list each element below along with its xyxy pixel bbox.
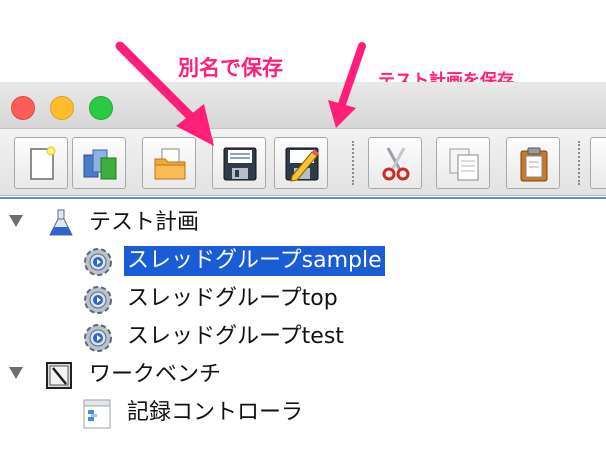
toolbar-overflow-button[interactable]	[590, 137, 606, 189]
gear-icon	[82, 322, 114, 358]
paste-button[interactable]	[506, 137, 560, 189]
tree-label-workbench: ワークベンチ	[89, 362, 222, 387]
cut-button[interactable]	[368, 137, 422, 189]
tree-node-workbench[interactable]: ワークベンチ	[0, 358, 606, 394]
tree-node-thread-group[interactable]: スレッドグループtop	[0, 282, 606, 318]
gear-icon	[82, 284, 114, 320]
tree-label-thread-group: スレッドグループtest	[127, 324, 344, 349]
save-test-plan-button[interactable]	[274, 137, 328, 189]
tree-label-thread-group: スレッドグループsample	[124, 246, 385, 276]
panel-divider	[0, 197, 606, 199]
tree-label-recording-controller: 記録コントローラ	[127, 400, 304, 425]
new-document-icon	[30, 146, 56, 180]
window-maximize-button[interactable]	[89, 96, 113, 120]
toolbar-separator	[578, 141, 580, 185]
test-plan-tree: テスト計画 スレッドグループsample スレッドグループtop スレッドグルー…	[0, 202, 606, 476]
clipboard-paste-icon	[520, 147, 548, 182]
floppy-disk-save-icon	[223, 147, 257, 181]
open-button[interactable]	[142, 137, 196, 189]
tree-node-thread-group[interactable]: スレッドグループsample	[0, 244, 606, 280]
collapse-triangle-icon[interactable]	[9, 367, 23, 379]
tree-label-thread-group: スレッドグループtop	[127, 286, 338, 311]
toolbar	[0, 128, 606, 196]
workbench-icon	[44, 360, 74, 394]
toolbar-separator	[352, 141, 354, 185]
gear-icon	[82, 246, 114, 282]
templates-icon	[83, 149, 117, 180]
templates-button[interactable]	[72, 137, 126, 189]
open-folder-icon	[154, 148, 186, 180]
copy-icon	[449, 148, 479, 181]
new-button[interactable]	[14, 137, 68, 189]
save-as-button[interactable]	[212, 137, 266, 189]
collapse-triangle-icon[interactable]	[9, 215, 23, 227]
flask-icon	[46, 208, 76, 242]
floppy-disk-pencil-icon	[285, 147, 319, 182]
tree-node-test-plan[interactable]: テスト計画	[0, 206, 606, 242]
copy-button[interactable]	[436, 137, 490, 189]
tree-label-test-plan: テスト計画	[89, 210, 200, 235]
annotation-save-as: 別名で保存	[178, 56, 283, 80]
window-close-button[interactable]	[11, 96, 35, 120]
scissors-cut-icon	[382, 147, 410, 181]
tree-node-thread-group[interactable]: スレッドグループtest	[0, 320, 606, 356]
window-minimize-button[interactable]	[50, 96, 74, 120]
tree-node-recording-controller[interactable]: 記録コントローラ	[0, 396, 606, 432]
recording-controller-icon	[82, 398, 112, 434]
